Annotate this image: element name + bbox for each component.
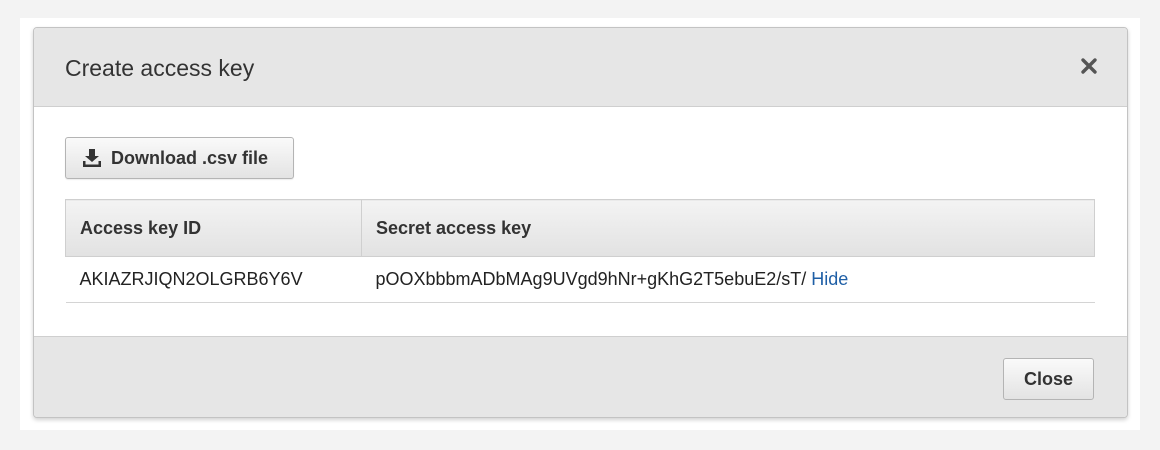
dialog-body: Download .csv file Access key ID Secret … (34, 108, 1127, 336)
access-keys-table: Access key ID Secret access key AKIAZRJI… (65, 199, 1095, 303)
download-icon (83, 149, 101, 167)
secret-access-key-cell: pOOXbbbmADbMAg9UVgd9hNr+gKhG2T5ebuE2/sT/… (361, 256, 1095, 303)
column-header-access-key-id: Access key ID (65, 199, 362, 257)
close-button[interactable]: Close (1003, 358, 1094, 400)
create-access-key-dialog: Create access key Download .csv file Acc… (33, 27, 1128, 418)
secret-access-key-value: pOOXbbbmADbMAg9UVgd9hNr+gKhG2T5ebuE2/sT/ (375, 269, 807, 289)
column-header-secret-access-key: Secret access key (361, 199, 1095, 257)
dialog-footer: Close (34, 336, 1127, 417)
hide-secret-link[interactable]: Hide (811, 269, 848, 289)
download-csv-button[interactable]: Download .csv file (65, 137, 294, 179)
table-header-row: Access key ID Secret access key (65, 199, 1095, 257)
download-csv-label: Download .csv file (111, 147, 269, 168)
table-row: AKIAZRJIQN2OLGRB6Y6V pOOXbbbmADbMAg9UVgd… (65, 256, 1095, 303)
access-key-id-cell: AKIAZRJIQN2OLGRB6Y6V (65, 256, 362, 303)
close-icon[interactable] (1079, 56, 1099, 76)
dialog-title: Create access key (65, 55, 255, 81)
dialog-header: Create access key (34, 28, 1127, 107)
